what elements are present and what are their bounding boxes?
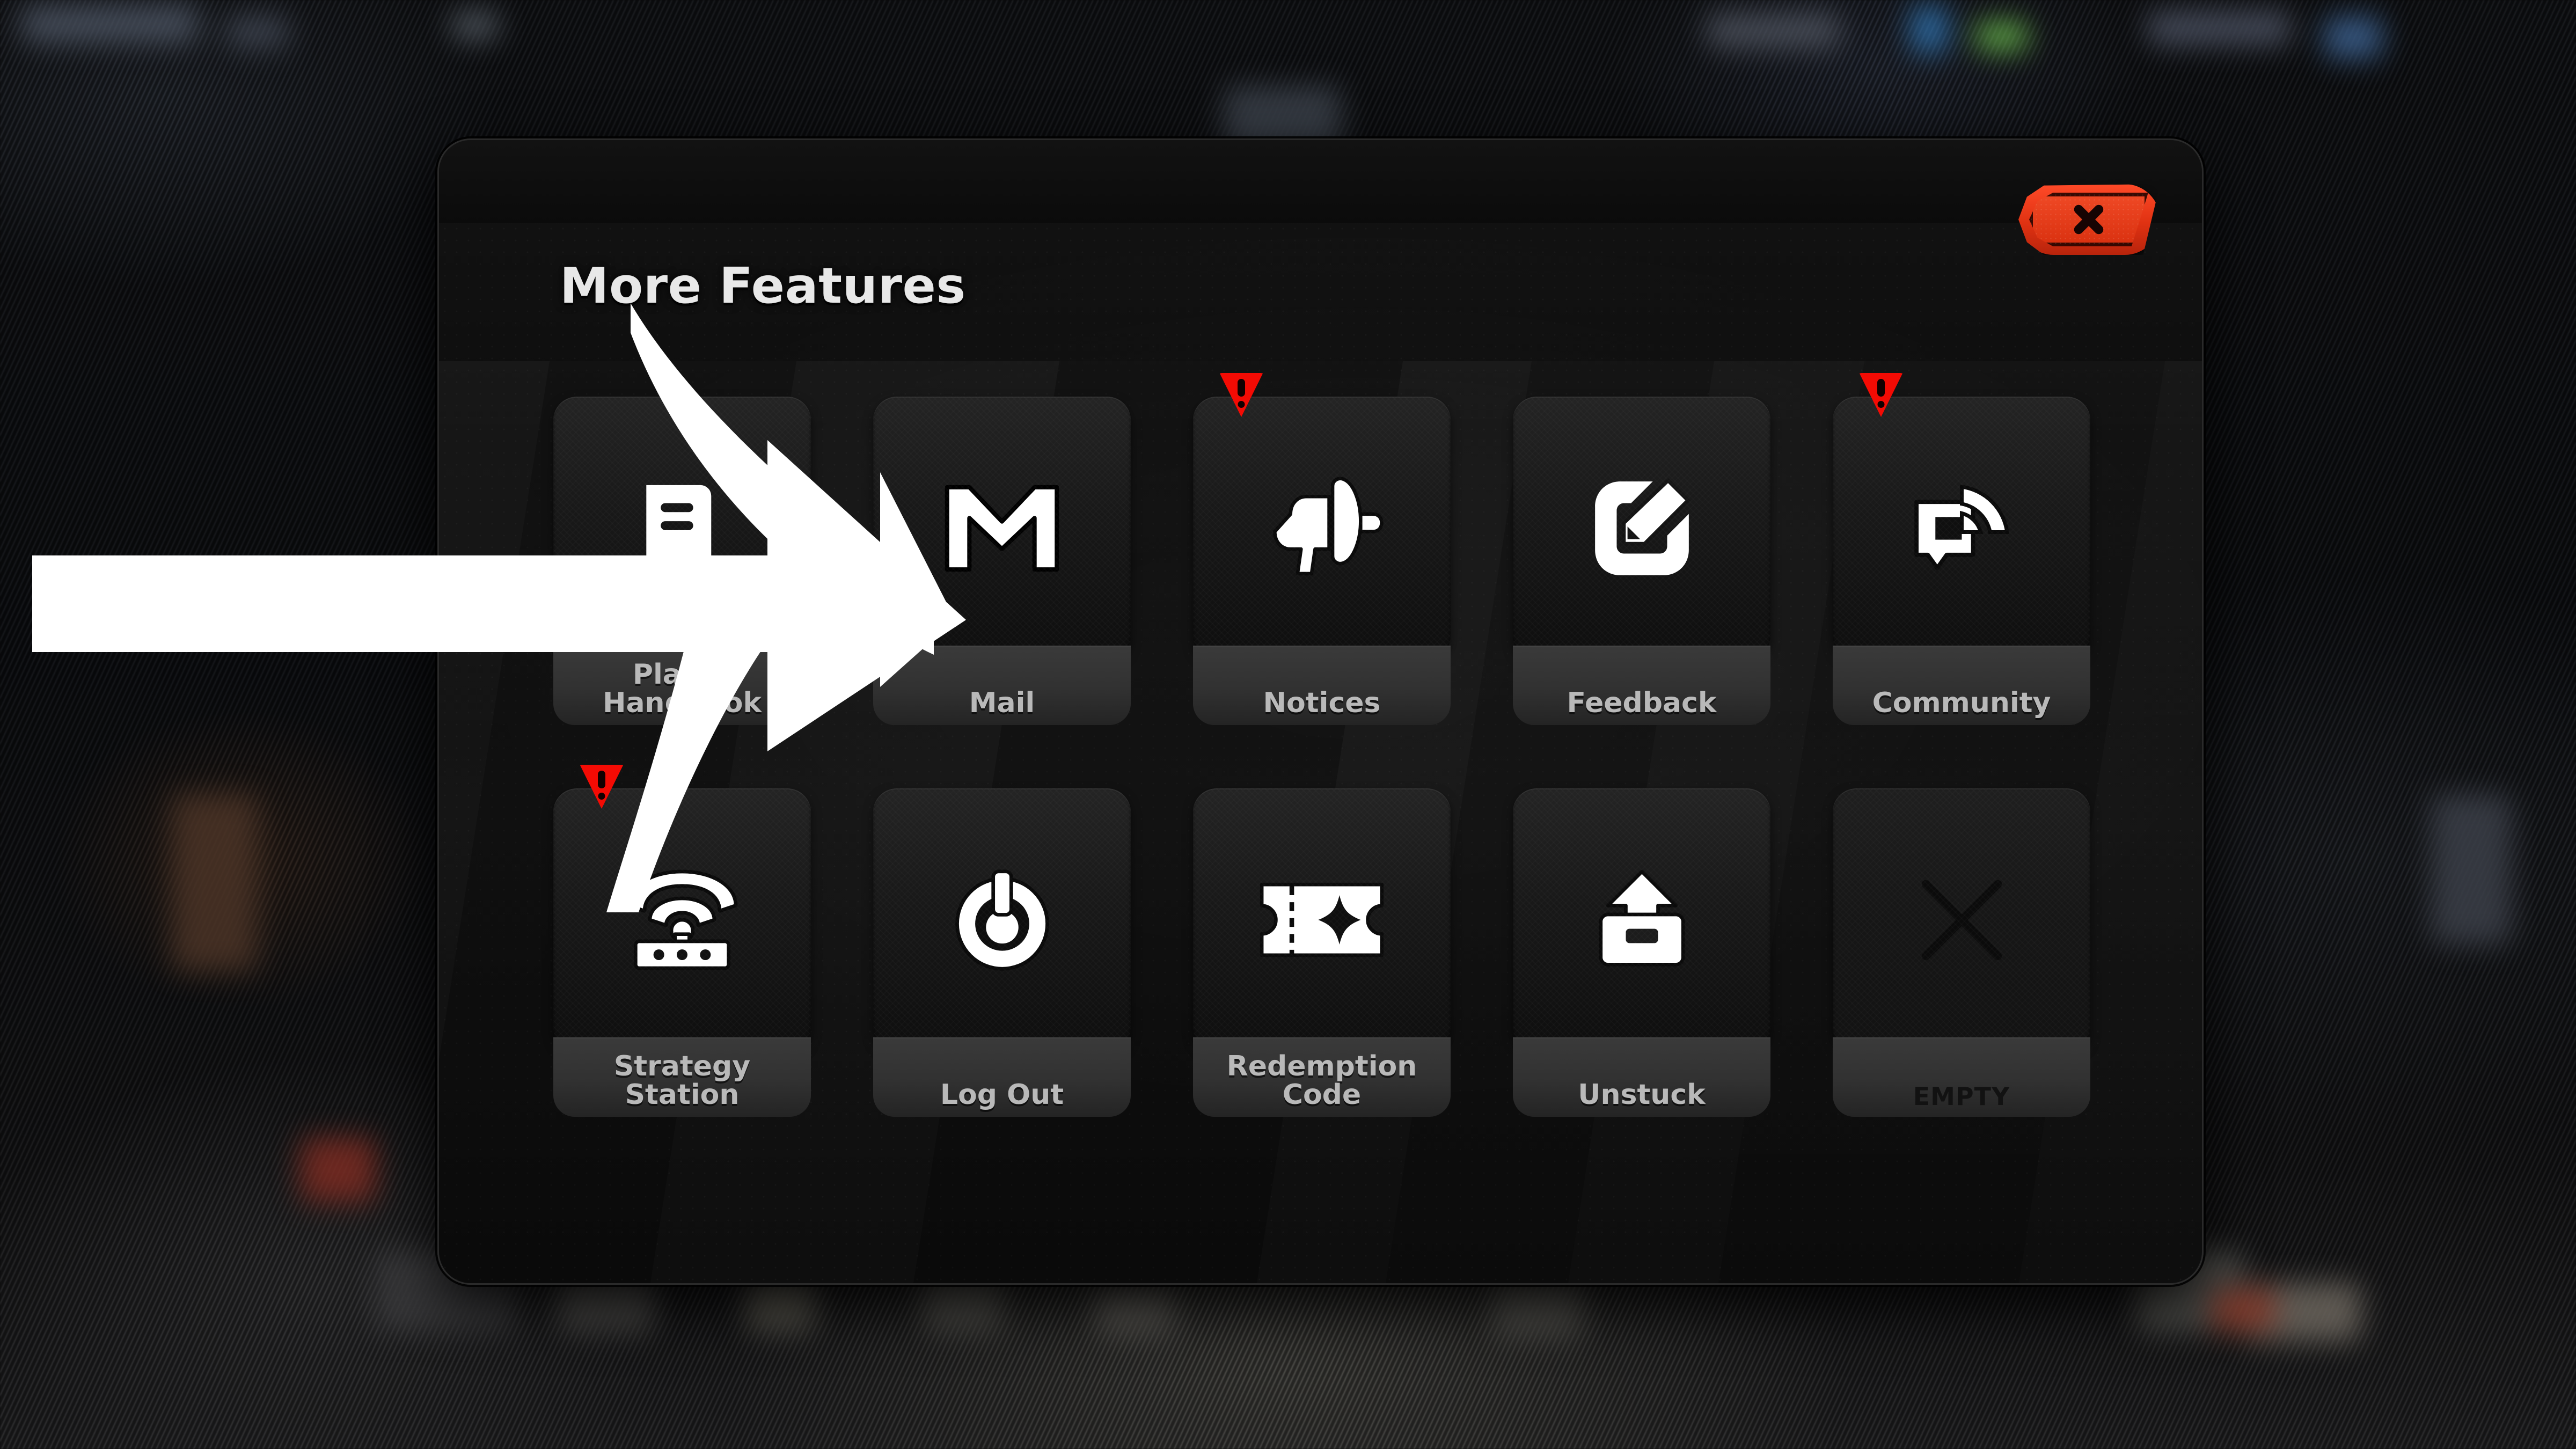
wifi-router-icon: [626, 869, 738, 970]
tile-label-text: Mail: [969, 686, 1035, 719]
tile-empty-slot[interactable]: EMPTY: [1833, 788, 2090, 1153]
tile-label: Feedback: [1513, 646, 1770, 725]
tile-label-text: Log Out: [940, 1078, 1064, 1111]
tile-label-text: Strategy Station: [613, 1050, 751, 1111]
megaphone-icon: [1272, 477, 1384, 576]
eject-upload-icon: [1599, 869, 1685, 967]
tile-label: Community: [1833, 646, 2090, 725]
tile-icon-area: [553, 397, 811, 660]
mail-m-icon: [945, 485, 1059, 572]
tile-label: Log Out: [873, 1037, 1131, 1117]
book-icon: [646, 485, 711, 586]
close-button-inner: [2029, 193, 2148, 246]
page-title: More Features: [560, 257, 966, 314]
edit-pencil-icon: [1594, 478, 1690, 575]
tile-label-text: Community: [1872, 686, 2051, 719]
tile-label: Mail: [873, 646, 1131, 725]
more-features-panel: More Features Player Handbook Mail Notic…: [437, 138, 2204, 1285]
tile-label: Strategy Station: [553, 1037, 811, 1117]
ticket-star-icon: [1260, 882, 1384, 957]
tile-icon-area: [1513, 788, 1770, 1051]
tile-icon-area: [1193, 397, 1451, 660]
tile-label: Unstuck: [1513, 1037, 1770, 1117]
tile-label-text: Feedback: [1567, 686, 1717, 719]
close-x-icon: [2071, 202, 2106, 237]
tile-community[interactable]: Community: [1833, 373, 2090, 762]
tile-notices[interactable]: Notices: [1193, 373, 1451, 762]
tile-icon-area: [1833, 397, 2090, 660]
tile-icon-area: [1513, 397, 1770, 660]
broadcast-chat-icon: [1914, 484, 2009, 570]
tile-strategy-station[interactable]: Strategy Station: [553, 765, 811, 1153]
tile-label: Player Handbook: [553, 646, 811, 725]
alert-triangle-icon: [1217, 373, 1266, 417]
tile-unstuck[interactable]: Unstuck: [1513, 788, 1770, 1153]
tile-icon-area: [873, 397, 1131, 660]
alert-triangle-icon: [1856, 373, 1906, 417]
tile-label-text: EMPTY: [1913, 1082, 2010, 1111]
tile-label-text: Unstuck: [1578, 1078, 1706, 1111]
panel-header: [439, 140, 2202, 223]
tile-log-out[interactable]: Log Out: [873, 788, 1131, 1153]
features-grid: Player Handbook Mail Notices Feedback Co…: [530, 373, 2113, 1153]
tile-icon-area: [873, 788, 1131, 1051]
tile-label-text: Player Handbook: [602, 658, 762, 719]
tile-icon-area: [1193, 788, 1451, 1051]
close-button[interactable]: [2018, 184, 2160, 255]
tile-icon-area: [553, 788, 811, 1051]
tile-label: Notices: [1193, 646, 1451, 725]
tile-label: EMPTY: [1833, 1037, 2090, 1117]
tile-feedback[interactable]: Feedback: [1513, 397, 1770, 762]
tile-icon-area: [1833, 788, 2090, 1051]
tile-redemption-code[interactable]: Redemption Code: [1193, 788, 1451, 1153]
power-icon: [955, 869, 1049, 971]
tile-mail[interactable]: Mail: [873, 397, 1131, 762]
x-cross-icon: [1921, 880, 2002, 960]
tile-label: Redemption Code: [1193, 1037, 1451, 1117]
tile-label-text: Redemption Code: [1226, 1050, 1417, 1111]
tile-label-text: Notices: [1263, 686, 1381, 719]
alert-triangle-icon: [577, 765, 626, 809]
tile-player-handbook[interactable]: Player Handbook: [553, 397, 811, 762]
